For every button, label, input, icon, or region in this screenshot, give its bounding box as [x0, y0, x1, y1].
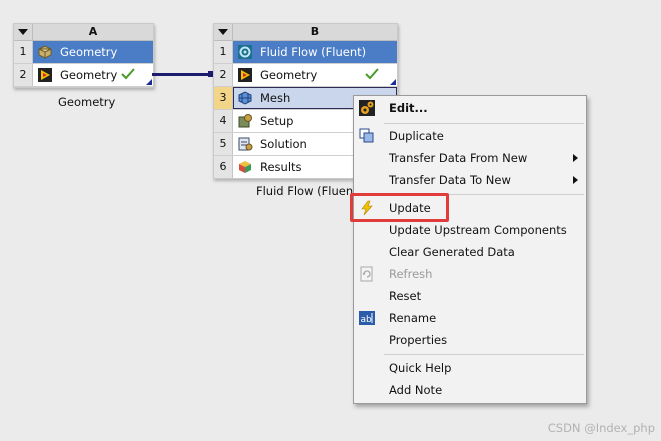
row-number: 5: [214, 133, 233, 155]
row-number: 4: [214, 110, 233, 132]
menu-item-transfer-from-new[interactable]: Transfer Data From New: [354, 147, 586, 169]
menu-item-label: Refresh: [389, 267, 433, 281]
system-b-label[interactable]: Fluid Flow (Fluent): [256, 184, 362, 198]
check-icon: [121, 68, 135, 80]
mesh-icon: [238, 91, 252, 105]
system-a-menu-arrow[interactable]: [14, 24, 33, 41]
system-a-row-2[interactable]: 2 Geometry: [14, 64, 153, 87]
system-a-label[interactable]: Geometry: [58, 95, 115, 109]
svg-text:ab: ab: [361, 315, 373, 325]
update-highlight-box: [350, 193, 449, 222]
menu-item-refresh[interactable]: Refresh: [354, 263, 586, 285]
watermark: CSDN @Index_php: [547, 421, 655, 435]
menu-item-quick-help[interactable]: Quick Help: [354, 357, 586, 379]
menu-item-label: Edit...: [389, 101, 428, 115]
system-b-row-1[interactable]: 1 Fluid Flow (Fluent): [214, 41, 397, 64]
refresh-icon: [360, 266, 373, 282]
menu-item-label: Transfer Data To New: [389, 173, 511, 187]
cell-label: Geometry: [260, 68, 318, 82]
menu-item-label: Duplicate: [389, 129, 444, 143]
menu-item-label: Rename: [389, 311, 437, 325]
menu-item-clear-generated-data[interactable]: Clear Generated Data: [354, 241, 586, 263]
menu-item-label: Properties: [389, 333, 448, 347]
cell-label: Setup: [260, 114, 294, 128]
system-b-row-2[interactable]: 2 Geometry: [214, 64, 397, 87]
corner-marker-icon: [390, 79, 396, 85]
row-number: 2: [14, 64, 33, 86]
cell-label: Results: [260, 160, 302, 174]
menu-item-label: Add Note: [389, 383, 443, 397]
row-number: 6: [214, 156, 233, 178]
system-a[interactable]: A 1 Geometry 2 Geometry: [13, 23, 154, 88]
system-b-menu-arrow[interactable]: [214, 24, 233, 41]
menu-separator: [384, 354, 584, 355]
menu-item-edit[interactable]: Edit...: [354, 97, 586, 119]
designmodeler-icon: [238, 68, 252, 82]
dropdown-arrow-icon: [18, 29, 28, 35]
edit-gears-icon: [359, 100, 375, 116]
row-number: 1: [14, 41, 33, 63]
corner-marker-icon: [146, 79, 152, 85]
menu-item-duplicate[interactable]: Duplicate: [354, 125, 586, 147]
rename-icon: ab: [359, 311, 375, 325]
cell-label: Fluid Flow (Fluent): [260, 45, 367, 59]
designmodeler-icon: [38, 68, 52, 82]
cell-label: Geometry: [60, 45, 118, 59]
context-menu: Edit... Duplicate Transfer Data From New…: [353, 95, 587, 404]
row-number: 3: [214, 87, 233, 109]
dropdown-arrow-icon: [218, 29, 228, 35]
row-number: 1: [214, 41, 233, 63]
menu-item-label: Quick Help: [389, 361, 452, 375]
fluent-icon: [238, 45, 252, 59]
solution-icon: [238, 137, 253, 151]
submenu-arrow-icon: [573, 154, 578, 162]
row-number: 2: [214, 64, 233, 86]
menu-item-add-note[interactable]: Add Note: [354, 379, 586, 401]
menu-item-properties[interactable]: Properties: [354, 329, 586, 351]
menu-item-update-upstream[interactable]: Update Upstream Components: [354, 219, 586, 241]
connector-line: [152, 73, 212, 76]
duplicate-icon: [359, 128, 374, 143]
system-a-row-1[interactable]: 1 Geometry: [14, 41, 153, 64]
menu-item-label: Reset: [389, 289, 422, 303]
geometry-system-icon: [38, 45, 52, 59]
menu-item-label: Transfer Data From New: [389, 151, 528, 165]
menu-item-label: Clear Generated Data: [389, 245, 515, 259]
system-b-column-header: B: [233, 24, 397, 41]
menu-item-label: Update Upstream Components: [389, 223, 567, 237]
system-a-column-header: A: [33, 24, 153, 41]
menu-separator: [384, 123, 584, 124]
submenu-arrow-icon: [573, 176, 578, 184]
cell-label: Geometry: [60, 68, 118, 82]
menu-item-rename[interactable]: ab Rename: [354, 307, 586, 329]
results-icon: [239, 161, 251, 173]
menu-item-transfer-to-new[interactable]: Transfer Data To New: [354, 169, 586, 191]
check-icon: [365, 68, 379, 80]
menu-item-reset[interactable]: Reset: [354, 285, 586, 307]
cell-label: Mesh: [260, 91, 291, 105]
cell-label: Solution: [260, 137, 307, 151]
setup-icon: [238, 114, 252, 128]
